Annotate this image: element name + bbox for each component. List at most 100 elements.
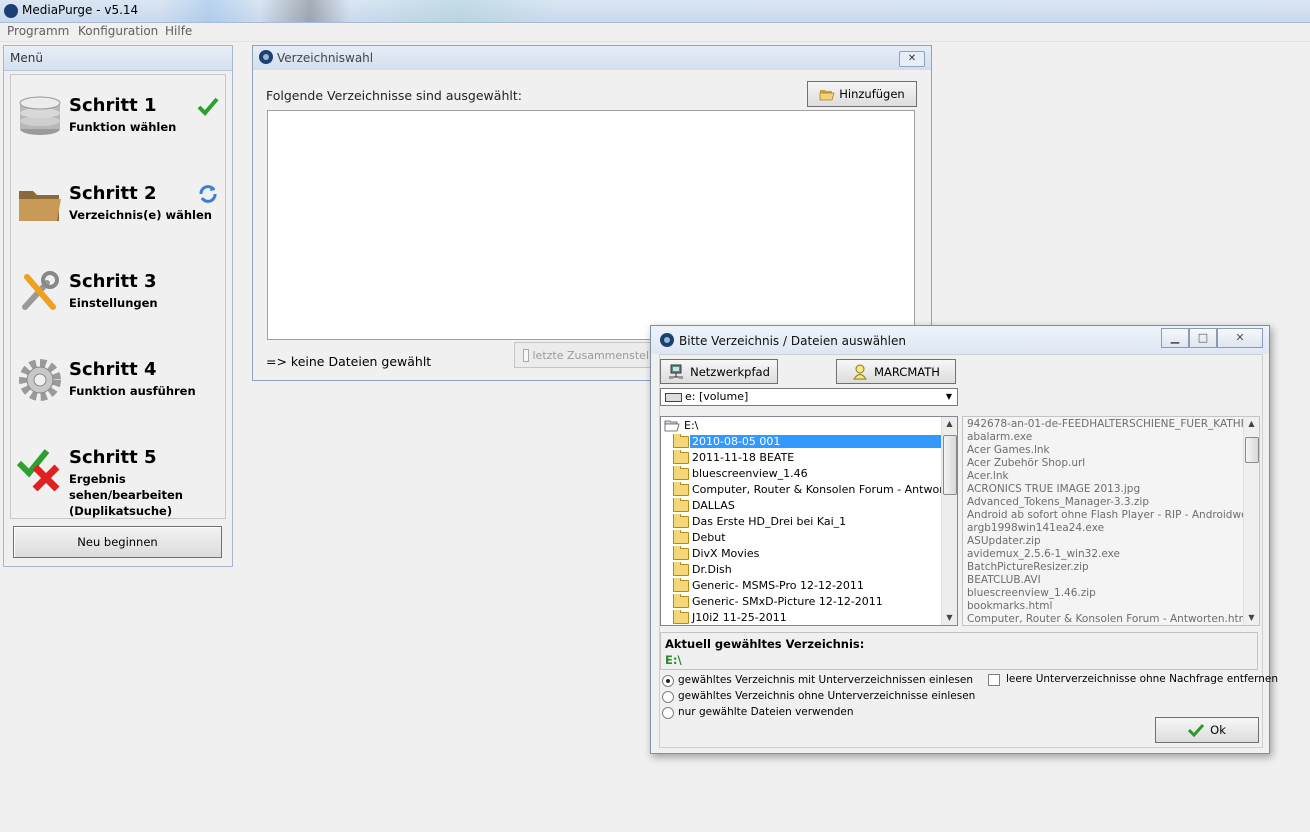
minimize-icon[interactable]: ▁: [1161, 328, 1189, 348]
window-title: MediaPurge - v5.14: [22, 3, 139, 17]
file-item[interactable]: BEATCLUB.AVI: [967, 574, 1245, 587]
add-button[interactable]: Hinzufügen: [807, 81, 917, 107]
selected-directories-label: Folgende Verzeichnisse sind ausgewählt:: [266, 88, 522, 103]
folder-open-icon: [664, 420, 680, 432]
folder-icon: [673, 450, 689, 464]
root-directory[interactable]: E:\: [661, 418, 941, 434]
folder-icon: [673, 530, 689, 544]
folder-item[interactable]: Dr.Dish: [661, 562, 941, 578]
step-2[interactable]: Schritt 2 Verzeichnis(e) wählen: [11, 163, 225, 251]
app-icon: [259, 50, 273, 64]
menu-panel: Menü Schritt 1 Funktion wählen Schritt 2: [3, 45, 233, 567]
file-item[interactable]: Acer.lnk: [967, 470, 1245, 483]
radio-button[interactable]: [662, 675, 674, 687]
selected-directories-list[interactable]: [267, 110, 915, 340]
current-directory-value: E:\: [665, 653, 682, 667]
folder-icon: [673, 546, 689, 560]
directory-tree[interactable]: E:\ 2010-08-05 001 2011-11-18 BEATE bluesc…: [660, 416, 958, 626]
folder-item[interactable]: Debut: [661, 530, 941, 546]
option-label: nur gewählte Dateien verwenden: [678, 706, 854, 718]
folder-icon: [673, 498, 689, 512]
folder-icon: [673, 578, 689, 592]
file-item[interactable]: bookmarks.html: [967, 600, 1245, 613]
remove-empty-label: leere Unterverzeichnisse ohne Nachfrage …: [1006, 673, 1279, 685]
folder-icon: [673, 434, 689, 448]
menu-hilfe[interactable]: Hilfe: [165, 24, 192, 38]
folder-item[interactable]: Generic- MSMS-Pro 12-12-2011: [661, 578, 941, 594]
step-3-subtitle: Einstellungen: [69, 296, 158, 310]
file-item[interactable]: Acer Games.lnk: [967, 444, 1245, 457]
check-icon: [1188, 723, 1205, 737]
file-item[interactable]: ASUpdater.zip: [967, 535, 1245, 548]
file-item[interactable]: Advanced_Tokens_Manager-3.3.zip: [967, 496, 1245, 509]
close-icon[interactable]: ✕: [1217, 328, 1263, 348]
folder-item[interactable]: Das Erste HD_Drei bei Kai_1: [661, 514, 941, 530]
folder-label: J10i2 11-25-2011: [692, 611, 787, 624]
menu-panel-header: Menü: [4, 46, 232, 71]
check-icon: [197, 97, 219, 116]
file-item[interactable]: Android ab sofort ohne Flash Player - RI…: [967, 509, 1245, 522]
checkbox[interactable]: [988, 674, 1000, 686]
file-item[interactable]: abalarm.exe: [967, 431, 1245, 444]
radio-button[interactable]: [662, 707, 674, 719]
file-item[interactable]: argb1998win141ea24.exe: [967, 522, 1245, 535]
chevron-down-icon[interactable]: ▼: [943, 391, 955, 403]
file-scrollbar[interactable]: ▲ ▼: [1243, 417, 1259, 625]
radio-button[interactable]: [662, 691, 674, 703]
network-path-button[interactable]: Netzwerkpfad: [660, 359, 778, 384]
close-icon[interactable]: ✕: [899, 51, 925, 67]
file-list[interactable]: 942678-an-01-de-FEEDHALTERSCHIENE_FUER_K…: [962, 416, 1260, 626]
file-item[interactable]: BatchPictureResizer.zip: [967, 561, 1245, 574]
restart-button[interactable]: Neu beginnen: [13, 526, 222, 558]
folder-item[interactable]: Computer, Router & Konsolen Forum - Antw…: [661, 482, 941, 498]
step-1-title: Schritt 1: [69, 95, 157, 116]
option-label: gewähltes Verzeichnis ohne Unterverzeich…: [678, 690, 976, 702]
folder-label: DALLAS: [692, 499, 735, 512]
step-3[interactable]: Schritt 3 Einstellungen: [11, 251, 225, 339]
file-item[interactable]: bluescreenview_1.46.zip: [967, 587, 1245, 600]
step-3-title: Schritt 3: [69, 271, 157, 292]
scroll-down-icon[interactable]: ▼: [1244, 611, 1259, 625]
drive-select[interactable]: e: [volume] ▼: [660, 388, 958, 406]
selection-status: => keine Dateien gewählt: [266, 354, 432, 369]
menu-programm[interactable]: Programm: [7, 24, 69, 38]
directory-scrollbar[interactable]: ▲ ▼: [941, 417, 957, 625]
folder-item[interactable]: DALLAS: [661, 498, 941, 514]
scrollbar-thumb[interactable]: [1245, 437, 1259, 463]
app-icon: [4, 4, 18, 18]
file-item[interactable]: 942678-an-01-de-FEEDHALTERSCHIENE_FUER_K…: [967, 418, 1245, 431]
folder-item[interactable]: 2010-08-05 001: [661, 434, 941, 450]
folder-icon: [19, 191, 61, 221]
step-4-subtitle: Funktion ausführen: [69, 384, 196, 398]
verzeichniswahl-title: Verzeichniswahl: [277, 51, 374, 65]
folder-item[interactable]: Generic- SMxD-Picture 12-12-2011: [661, 594, 941, 610]
file-item[interactable]: Computer, Router & Konsolen Forum - Antw…: [967, 613, 1245, 625]
file-item[interactable]: Acer Zubehör Shop.url: [967, 457, 1245, 470]
scroll-up-icon[interactable]: ▲: [1244, 417, 1259, 431]
folder-item[interactable]: 2011-11-18 BEATE: [661, 450, 941, 466]
folder-item[interactable]: bluescreenview_1.46: [661, 466, 941, 482]
folder-item[interactable]: J10i2 11-25-2011: [661, 610, 941, 625]
step-5-subtitle: Ergebnis sehen/bearbeiten (Duplikatsuche…: [69, 472, 183, 518]
step-1[interactable]: Schritt 1 Funktion wählen: [11, 75, 225, 163]
ok-button[interactable]: Ok: [1155, 717, 1259, 743]
user-folder-button[interactable]: MARCMATH: [836, 359, 956, 384]
folder-label: Generic- SMxD-Picture 12-12-2011: [692, 595, 883, 608]
current-directory-box: Aktuell gewähltes Verzeichnis: E:\: [660, 632, 1258, 670]
folder-icon: [673, 594, 689, 608]
scroll-down-icon[interactable]: ▼: [942, 611, 957, 625]
scroll-up-icon[interactable]: ▲: [942, 417, 957, 431]
maximize-icon[interactable]: □: [1189, 328, 1217, 348]
file-item[interactable]: avidemux_2.5.6-1_win32.exe: [967, 548, 1245, 561]
step-4[interactable]: Schritt 4 Funktion ausführen: [11, 339, 225, 427]
folder-label: Computer, Router & Konsolen Forum - Antw…: [692, 483, 941, 496]
drive-icon: [665, 393, 682, 402]
scrollbar-thumb[interactable]: [943, 435, 957, 495]
step-5[interactable]: Schritt 5 Ergebnis sehen/bearbeiten (Dup…: [11, 427, 225, 518]
folder-label: DivX Movies: [692, 547, 760, 560]
file-item[interactable]: ACRONICS TRUE IMAGE 2013.jpg: [967, 483, 1245, 496]
folder-item[interactable]: DivX Movies: [661, 546, 941, 562]
step-4-title: Schritt 4: [69, 359, 157, 380]
titlebar-background-decoration: [160, 0, 660, 22]
menu-konfiguration[interactable]: Konfiguration: [78, 24, 158, 38]
